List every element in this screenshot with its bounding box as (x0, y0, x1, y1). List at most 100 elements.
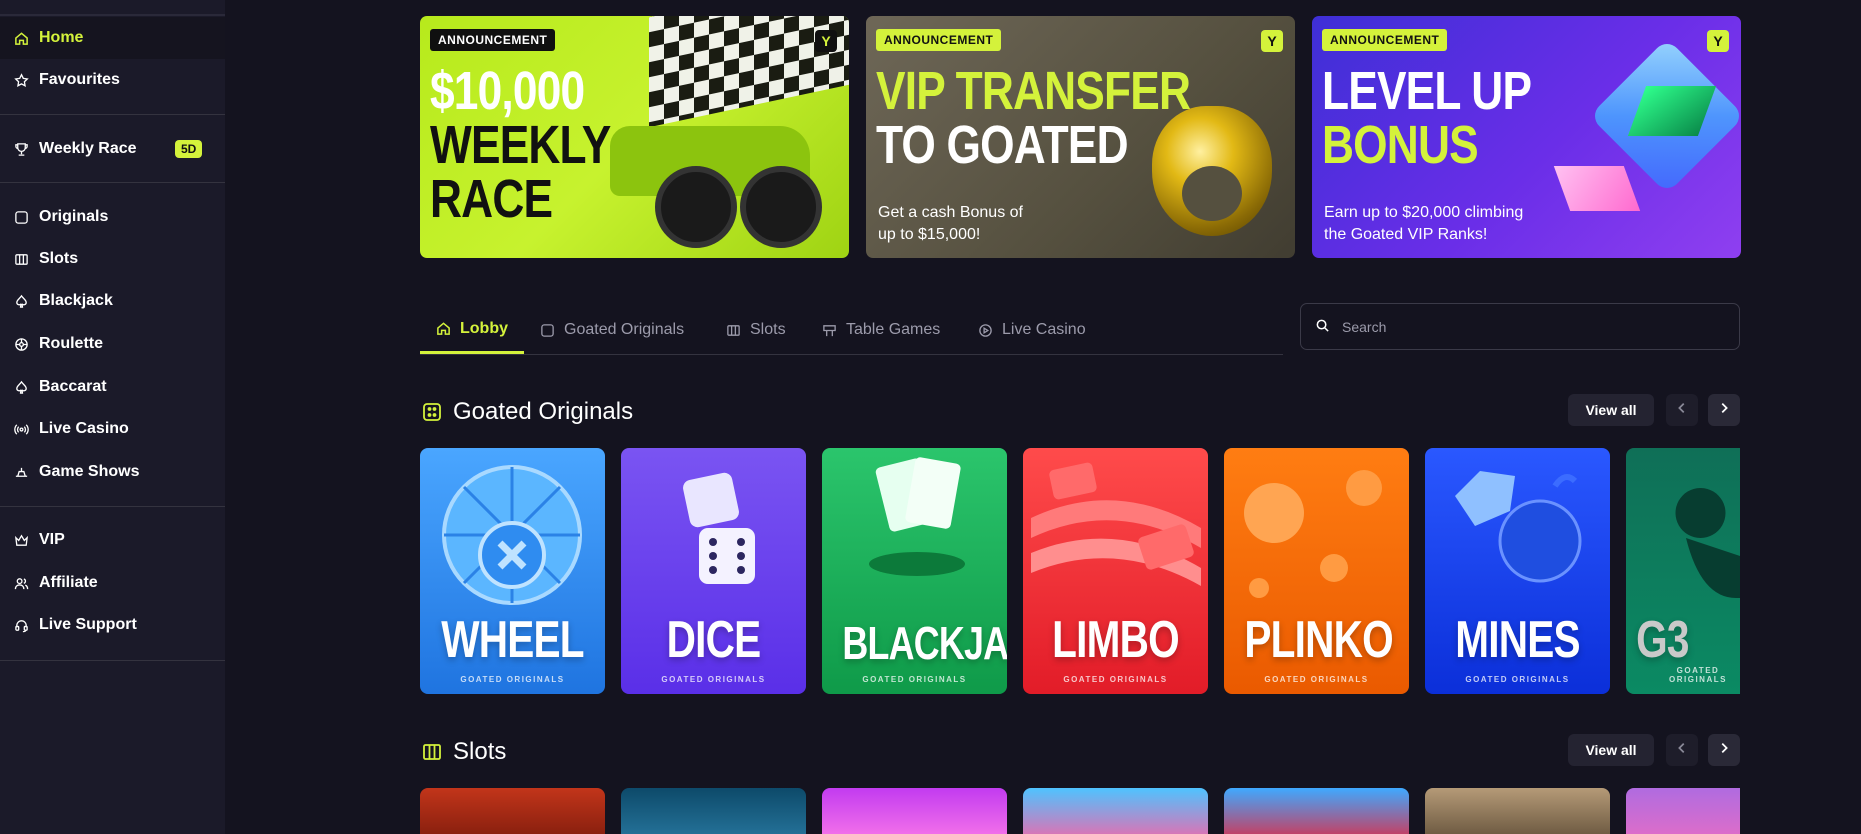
originals-icon (13, 209, 29, 225)
chevron-left-icon (1675, 741, 1689, 760)
game-card-title: MINES (1455, 611, 1580, 669)
table-games-icon (822, 322, 838, 338)
goated-logo-icon: Y (1261, 30, 1283, 52)
sidebar-item-game-shows[interactable]: Game Shows (0, 451, 225, 493)
car-wheel-art (740, 166, 822, 248)
section-title: Slots (453, 738, 507, 765)
carousel-prev-button[interactable] (1666, 394, 1698, 426)
sidebar-item-label: Game Shows (39, 463, 140, 480)
section-title: Goated Originals (453, 398, 634, 425)
slot-card[interactable] (1023, 788, 1208, 834)
sidebar-item-favourites[interactable]: Favourites (0, 59, 225, 101)
game-card-wheel[interactable]: WHEEL GOATED ORIGINALS (420, 448, 605, 694)
multiplier-ribbons-art (1031, 462, 1201, 586)
tab-goated-originals[interactable]: Goated Originals (540, 306, 684, 354)
tab-lobby[interactable]: Lobby (420, 306, 524, 354)
game-card-limbo[interactable]: LIMBO GOATED ORIGINALS (1023, 448, 1208, 694)
slots-icon (726, 322, 742, 338)
banner-subtext: Get a cash Bonus of up to $15,000! (878, 204, 1023, 243)
sidebar-divider (0, 506, 225, 507)
chevron-right-icon (1717, 401, 1731, 420)
plinko-balls-art (1244, 470, 1382, 598)
sidebar-item-label: Home (39, 29, 84, 46)
game-card-subtitle: GOATED ORIGINALS (661, 675, 766, 684)
game-card-mines[interactable]: MINES GOATED ORIGINALS (1425, 448, 1610, 694)
game-card-plinko[interactable]: PLINKO GOATED ORIGINALS (1224, 448, 1409, 694)
view-all-button[interactable]: View all (1568, 734, 1654, 766)
originals-icon (422, 402, 442, 422)
sidebar-item-vip[interactable]: VIP (0, 519, 225, 561)
game-card-title: PLINKO (1244, 611, 1393, 669)
home-icon (13, 30, 29, 46)
banner-level-up-bonus[interactable]: ANNOUNCEMENT Y LEVEL UP BONUS Earn up to… (1312, 16, 1741, 258)
ring-hole-art (1182, 166, 1242, 221)
banner-headline: VIP TRANSFER TO GOATED (876, 61, 1191, 175)
carousel-next-button[interactable] (1708, 734, 1740, 766)
sidebar-divider (0, 182, 225, 183)
game-card-subtitle: GOATED ORIGINALS (1063, 675, 1168, 684)
silhouette-art (1675, 488, 1740, 598)
carousel-next-button[interactable] (1708, 394, 1740, 426)
home-icon (436, 321, 452, 337)
game-card-title: BLACKJACK (842, 617, 1007, 669)
tab-slots[interactable]: Slots (726, 306, 786, 354)
game-card-subtitle: GOATED ORIGINALS (460, 675, 565, 684)
tab-label: Live Casino (1002, 321, 1086, 338)
sidebar-item-label: Roulette (39, 335, 103, 352)
game-card-title: LIMBO (1052, 611, 1180, 669)
tab-label: Table Games (846, 321, 941, 338)
tab-live-casino[interactable]: Live Casino (978, 306, 1086, 354)
game-card-g3[interactable]: G3 GOATED ORIGINALS (1626, 448, 1740, 694)
wheel-art (442, 465, 582, 605)
game-card-dice[interactable]: DICE GOATED ORIGINALS (621, 448, 806, 694)
originals-carousel: WHEEL GOATED ORIGINALS DICE GOATED ORIGI… (420, 448, 1740, 694)
sidebar-item-label: Blackjack (39, 292, 113, 309)
sidebar-item-blackjack[interactable]: Blackjack (0, 280, 225, 322)
car-wheel-art (655, 166, 737, 248)
section-header-originals: Goated Originals View all (420, 392, 1740, 432)
slots-icon (422, 742, 442, 762)
slot-card[interactable] (1626, 788, 1740, 834)
carousel-prev-button[interactable] (1666, 734, 1698, 766)
sidebar-item-live-support[interactable]: Live Support (0, 604, 225, 646)
game-card-subtitle: GOATED ORIGINALS (1465, 675, 1570, 684)
slot-card[interactable] (1425, 788, 1610, 834)
slot-card[interactable] (1224, 788, 1409, 834)
slot-card[interactable] (420, 788, 605, 834)
cards-art (869, 457, 965, 576)
sidebar-item-originals[interactable]: Originals (0, 196, 225, 238)
sidebar-item-label: Originals (39, 208, 109, 225)
sidebar-item-label: VIP (39, 531, 65, 548)
sidebar-item-baccarat[interactable]: Baccarat (0, 366, 225, 408)
slot-card[interactable] (822, 788, 1007, 834)
broadcast-icon (13, 421, 29, 437)
sidebar-item-weekly-race[interactable]: Weekly Race 5D (0, 128, 225, 170)
announcement-tag: ANNOUNCEMENT (430, 29, 556, 51)
slots-icon (13, 251, 29, 267)
sidebar-divider (0, 114, 225, 115)
slot-card[interactable] (621, 788, 806, 834)
tab-label: Lobby (460, 319, 508, 337)
club-icon (13, 379, 29, 395)
tab-table-games[interactable]: Table Games (822, 306, 940, 354)
game-card-blackjack[interactable]: BLACKJACK GOATED ORIGINALS (822, 448, 1007, 694)
goated-logo-icon: Y (1707, 30, 1729, 52)
announcement-tag: ANNOUNCEMENT (1322, 29, 1448, 51)
sidebar-item-live-casino[interactable]: Live Casino (0, 408, 225, 450)
sidebar-item-roulette[interactable]: Roulette (0, 323, 225, 365)
weekly-race-badge: 5D (175, 140, 203, 158)
banner-vip-transfer[interactable]: ANNOUNCEMENT Y VIP TRANSFER TO GOATED Ge… (866, 16, 1295, 258)
game-card-title: G3 (1636, 611, 1689, 669)
view-all-button[interactable]: View all (1568, 394, 1654, 426)
spade-icon (13, 293, 29, 309)
users-icon (13, 575, 29, 591)
roulette-icon (13, 336, 29, 352)
sidebar-item-slots[interactable]: Slots (0, 238, 225, 280)
search-box (1300, 303, 1740, 350)
search-input[interactable] (1340, 317, 1724, 336)
banner-weekly-race[interactable]: ANNOUNCEMENT Y $10,000 WEEKLY RACE (420, 16, 849, 258)
banner-subtext: Earn up to $20,000 climbing the Goated V… (1324, 204, 1524, 243)
game-card-subtitle: GOATED ORIGINALS (1264, 675, 1369, 684)
sidebar-item-affiliate[interactable]: Affiliate (0, 562, 225, 604)
sidebar-item-home[interactable]: Home (0, 17, 225, 59)
